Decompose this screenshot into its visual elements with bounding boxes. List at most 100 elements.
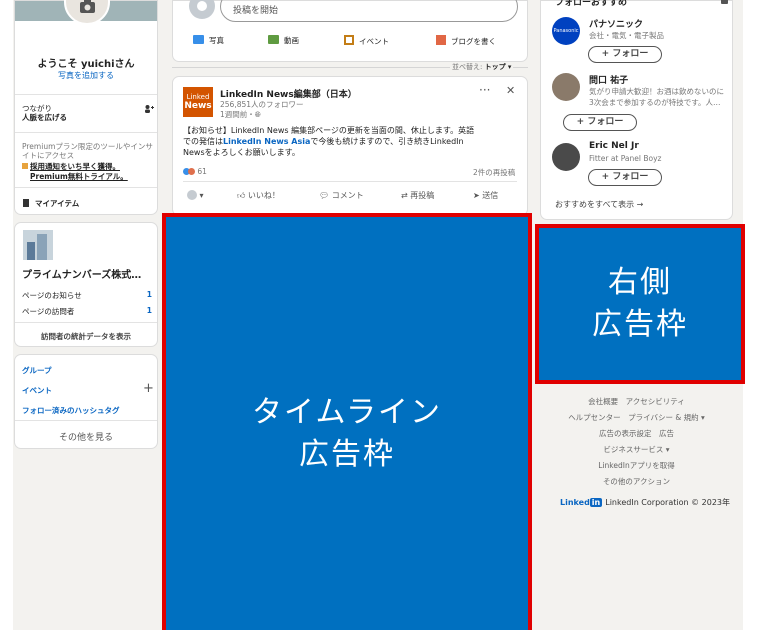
reco-sub: Fitter at Panel Boyz — [589, 154, 662, 163]
add-person-icon[interactable] — [144, 104, 154, 114]
photo-label: 写真 — [209, 36, 224, 45]
news-asia-link[interactable]: LinkedIn News Asia — [223, 137, 310, 146]
reco-avatar[interactable] — [552, 143, 580, 171]
divider — [15, 187, 157, 188]
company-page-card: プライムナンバーズ株式… ページのお知らせ 1 ページの訪問者 1 訪問者の統計… — [14, 222, 158, 347]
post-time-text: 1週間前・ — [220, 110, 255, 119]
right-ad-line1: 右側 — [608, 265, 672, 300]
reco-title: フォローおすすめ — [555, 0, 628, 8]
news-logo[interactable]: Linked News — [183, 87, 213, 117]
info-icon[interactable] — [721, 0, 728, 4]
add-event-icon[interactable]: + — [143, 381, 154, 396]
divider — [15, 132, 157, 133]
send-label: 送信 — [482, 191, 499, 200]
follow-button[interactable]: + フォロー — [588, 169, 662, 186]
premium-link-line1: 採用通知をいち早く獲得。 — [30, 162, 120, 171]
post-body-line2: での発信はLinkedIn News Asiaで今後も続けますので、引き続きLi… — [183, 136, 523, 147]
reco-name[interactable]: 問口 祐子 — [589, 73, 628, 86]
event-button[interactable]: イベント — [344, 35, 389, 47]
news-post-card: Linked News LinkedIn News編集部（日本） 256,851… — [172, 76, 528, 216]
love-reaction-icon — [188, 168, 195, 175]
my-items-label: マイアイテム — [35, 199, 80, 208]
page-visitors-count: 1 — [146, 306, 152, 315]
reco-sub: 3次会まで参加するのが特技です。人… — [589, 98, 721, 107]
globe-icon: 🌐︎ — [254, 110, 261, 119]
events-link[interactable]: イベント — [22, 385, 52, 396]
reco-sub: 気がり申請大歓迎！お酒は飲めないのに — [589, 87, 724, 96]
visitor-stats-link[interactable]: 訪問者の統計データを表示 — [15, 331, 157, 342]
calendar-icon — [344, 35, 354, 45]
article-icon — [436, 35, 446, 45]
like-button[interactable]: 👍︎ いいね！ — [237, 190, 280, 201]
add-photo-link[interactable]: 写真を追加する — [15, 70, 157, 81]
like-label: いいね！ — [247, 191, 280, 200]
repost-count[interactable]: 2件の再投稿 — [473, 167, 515, 178]
repost-button[interactable]: ⇄ 再投稿 — [401, 190, 434, 201]
footer-brand: Linked in LinkedIn Corporation © 2023年 — [560, 497, 730, 508]
follow-button[interactable]: + フォロー — [563, 114, 637, 131]
sort-value: トップ — [484, 63, 506, 71]
footer-link[interactable]: ビジネスサービス ▾ — [540, 444, 733, 455]
write-article-button[interactable]: ブログを書く — [436, 35, 496, 47]
see-all-recommendations[interactable]: おすすめをすべて表示 → — [555, 199, 643, 210]
footer-link[interactable]: ヘルプセンター プライバシー & 規約 ▾ — [540, 412, 733, 423]
footer-link[interactable]: その他のアクション — [540, 476, 733, 487]
reaction-count[interactable]: 61 — [183, 167, 207, 176]
avatar[interactable] — [64, 0, 110, 25]
repost-icon: ⇄ — [401, 191, 408, 200]
hashtags-link[interactable]: フォロー済みのハッシュタグ — [22, 405, 120, 416]
profile-card: ようこそ yuichiさん 写真を追加する つながり 人脈を広げる Premiu… — [14, 0, 158, 215]
timeline-ad-line2: 広告枠 — [299, 437, 395, 472]
connections-sub: 人脈を広げる — [22, 113, 67, 122]
comment-button[interactable]: 💬︎ コメント — [319, 190, 364, 201]
my-items-link[interactable]: マイアイテム — [23, 198, 79, 209]
reco-name[interactable]: パナソニック — [589, 17, 643, 30]
photo-icon — [193, 35, 204, 44]
divider — [15, 322, 157, 323]
connections-link[interactable]: つながり 人脈を広げる — [22, 104, 67, 122]
divider — [15, 94, 157, 95]
welcome-text: ようこそ yuichiさん — [37, 59, 135, 70]
follow-button[interactable]: + フォロー — [588, 46, 662, 63]
sort-label: 並べ替え: — [452, 63, 483, 71]
footer-link[interactable]: LinkedInアプリを取得 — [540, 460, 733, 471]
actor-selector[interactable]: ▾ — [187, 190, 204, 200]
more-options-icon[interactable]: ··· — [479, 83, 490, 97]
photo-button[interactable]: 写真 — [193, 35, 224, 46]
page-notifications-row[interactable]: ページのお知らせ 1 — [22, 290, 152, 301]
page-visitors-label: ページの訪問者 — [22, 307, 75, 316]
post-body-line2b: で今後も続けますので、引き続きLinkedIn — [310, 137, 464, 146]
see-more-link[interactable]: その他を見る — [15, 430, 157, 443]
panasonic-logo[interactable]: Panasonic — [552, 17, 580, 45]
right-ad-slot: 右側 広告枠 — [535, 224, 745, 384]
send-icon: ➤ — [473, 191, 480, 200]
comment-label: コメント — [331, 191, 364, 200]
footer-link[interactable]: 会社概要 アクセシビリティ — [540, 396, 733, 407]
footer-link[interactable]: 広告の表示設定 広告 — [540, 428, 733, 439]
reco-sub: 会社・電気・電子製品 — [589, 31, 664, 40]
post-composer: 投稿を開始 写真 動画 イベント ブログを書く — [172, 0, 528, 62]
company-name[interactable]: プライムナンバーズ株式… — [22, 266, 141, 281]
reco-name[interactable]: Eric Nel Jr — [589, 141, 639, 151]
actor-avatar — [187, 190, 197, 200]
divider — [15, 420, 157, 421]
close-icon[interactable]: ✕ — [506, 84, 515, 97]
post-body-line3: Newsをよろしくお願いします。 — [183, 148, 300, 157]
post-time: 1週間前・🌐︎ — [220, 109, 261, 120]
composer-avatar — [189, 0, 215, 19]
reco-avatar[interactable] — [552, 73, 580, 101]
post-body-line1: 【お知らせ】LinkedIn News 編集部ページの更新を当面の間、休止します… — [183, 126, 475, 135]
reaction-count-text: 61 — [197, 167, 207, 176]
video-button[interactable]: 動画 — [268, 35, 299, 46]
send-button[interactable]: ➤ 送信 — [473, 190, 498, 201]
sort-dropdown[interactable]: 並べ替え: トップ ▾ — [450, 62, 514, 72]
groups-link[interactable]: グループ — [22, 365, 52, 376]
page-notifications-count: 1 — [146, 290, 152, 299]
premium-trial-link[interactable]: 採用通知をいち早く獲得。 Premium無料トライアル。 — [22, 162, 128, 182]
linkedin-wordmark: Linked — [560, 498, 590, 507]
like-icon: 👍︎ — [237, 191, 246, 200]
company-logo[interactable] — [23, 230, 53, 260]
start-post-input[interactable]: 投稿を開始 — [220, 0, 518, 22]
page-visitors-row[interactable]: ページの訪問者 1 — [22, 306, 152, 317]
video-icon — [268, 35, 279, 44]
